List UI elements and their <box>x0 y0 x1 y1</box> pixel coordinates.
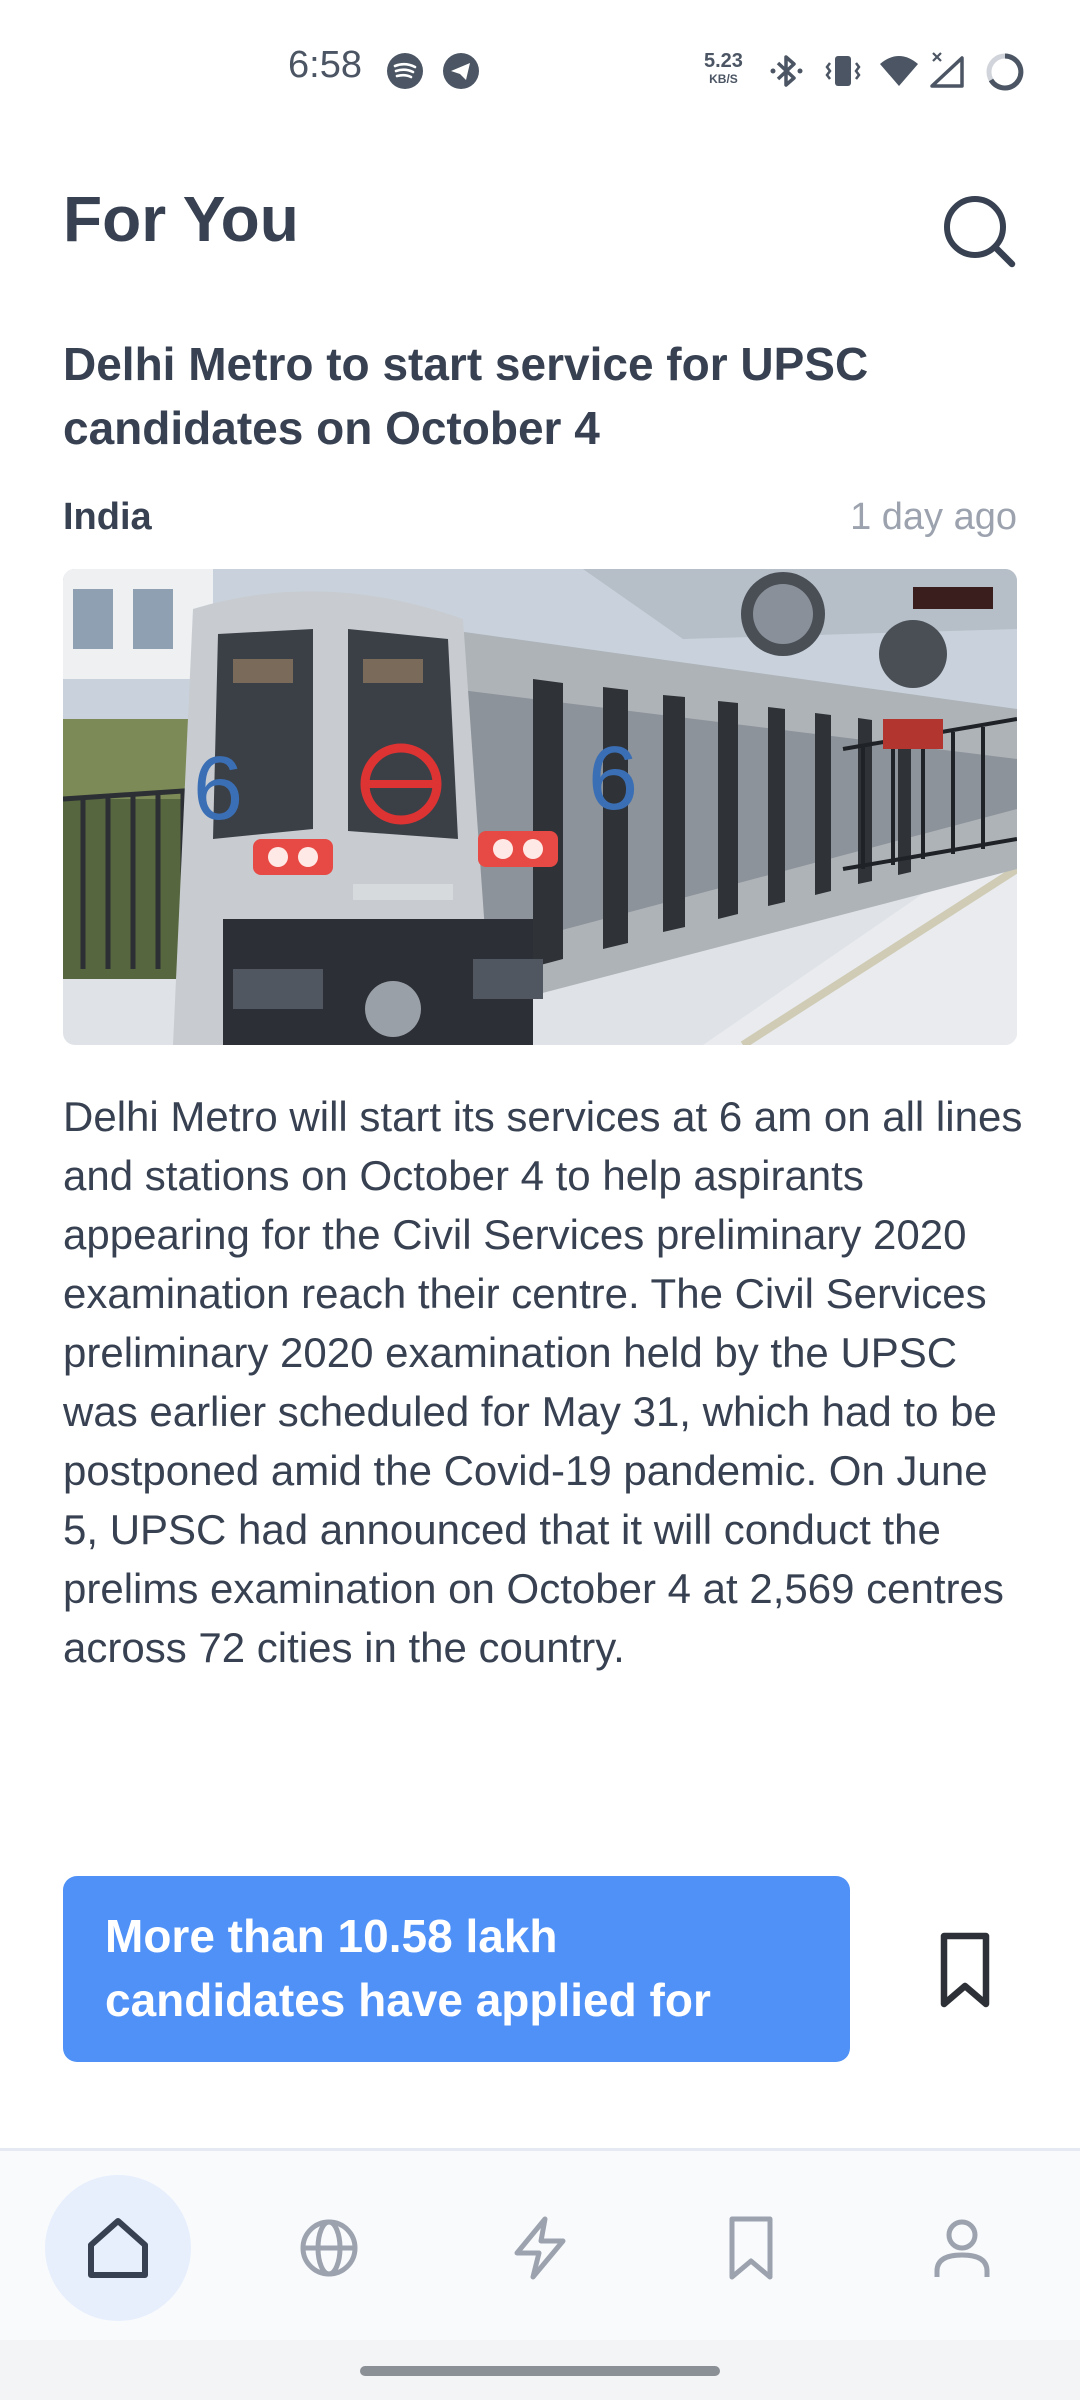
search-icon <box>944 196 1016 268</box>
read-more-button[interactable]: More than 10.58 lakh candidates have app… <box>63 1876 850 2062</box>
status-bar: 6:58 5.23 KB/S <box>0 0 1080 120</box>
search-button[interactable] <box>940 192 1020 272</box>
nav-profile[interactable] <box>889 2175 1035 2321</box>
bookmark-button[interactable] <box>930 1930 1000 2010</box>
network-speed-value: 5.23 <box>704 50 743 72</box>
user-icon <box>934 2219 990 2277</box>
article-headline[interactable]: Delhi Metro to start service for UPSC ca… <box>63 332 963 460</box>
status-time: 6:58 <box>288 44 362 86</box>
nav-world[interactable] <box>256 2175 402 2321</box>
article-meta: India 1 day ago <box>63 496 1017 546</box>
article-category[interactable]: India <box>63 496 152 539</box>
article-age: 1 day ago <box>850 496 1017 538</box>
bookmark-icon <box>729 2216 773 2280</box>
lightning-icon <box>514 2216 566 2280</box>
home-indicator[interactable] <box>360 2366 720 2376</box>
page-title: For You <box>63 183 299 255</box>
svg-text:6: 6 <box>193 739 243 839</box>
spotify-icon <box>387 53 423 89</box>
globe-icon <box>300 2219 358 2277</box>
nav-bookmarks[interactable] <box>678 2175 824 2321</box>
wifi-icon <box>880 56 918 86</box>
bluetooth-icon <box>770 55 803 87</box>
nav-home[interactable] <box>45 2175 191 2321</box>
telegram-icon <box>443 53 479 89</box>
svg-text:6: 6 <box>588 729 638 829</box>
battery-icon <box>986 53 1024 91</box>
bottom-navigation <box>0 2148 1080 2343</box>
home-icon <box>88 2218 148 2278</box>
network-speed: 5.23 KB/S <box>704 50 743 88</box>
network-speed-unit: KB/S <box>709 72 738 86</box>
vibrate-icon <box>825 56 861 86</box>
no-signal-icon <box>930 52 964 88</box>
article-body: Delhi Metro will start its services at 6… <box>63 1093 1023 1671</box>
article-image[interactable]: 6 6 <box>63 569 1017 1045</box>
metro-train-image: 6 6 <box>63 569 1017 1045</box>
nav-trending[interactable] <box>467 2175 613 2321</box>
bookmark-icon <box>940 1932 990 2008</box>
